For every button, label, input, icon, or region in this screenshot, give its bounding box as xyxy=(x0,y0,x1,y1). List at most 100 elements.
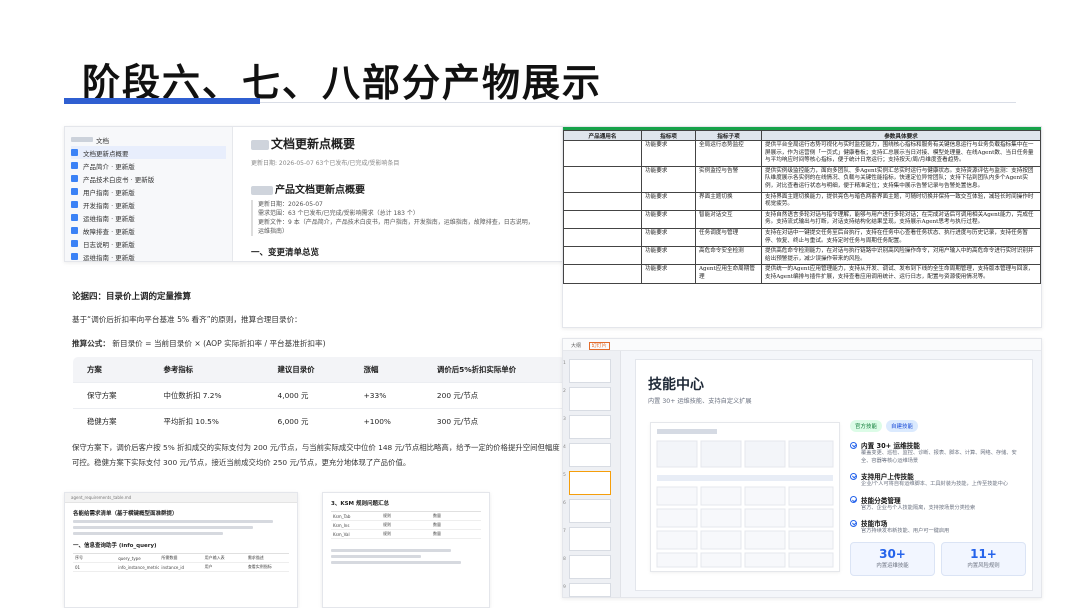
doc-icon xyxy=(71,162,78,169)
tab-outline[interactable]: 大纲 xyxy=(571,343,581,349)
requirements-list-screenshot: agent_requirements_table.md 各能给需求清单（基于横键… xyxy=(64,492,298,608)
slide-thumbnail[interactable] xyxy=(569,387,611,411)
doc-icon xyxy=(71,214,78,221)
summary-table: Ksm_Tab 规则 数量 Ksm_Ins 规则 数量 Ksm_Val 规则 数量 xyxy=(331,511,481,539)
table-row: Ksm_Ins 规则 数量 xyxy=(331,521,481,530)
doc-icon xyxy=(71,201,78,208)
matrix-table: 产品通用名 指标项 指标子项 参数具体要求 功能要求 全局运行态势监控 提供平台全局… xyxy=(563,130,1041,284)
sidebar-item[interactable]: 运维指南 · 更新版 xyxy=(71,250,226,261)
check-icon xyxy=(850,496,857,503)
feature-item: 技能市场 官方持续发布新技能、用户可一键启用 xyxy=(850,518,1026,536)
table-cell: 保守方案 xyxy=(73,382,150,409)
table-cell: 6,000 元 xyxy=(263,408,350,434)
table-cell: +100% xyxy=(349,408,423,434)
doc-icon xyxy=(71,175,78,182)
table-row: 功能要求 实例监控与告警 提供实例级监控能力，面向多团队、多Agent实例汇总实时运… xyxy=(563,165,1041,193)
col-header: 产品通用名 xyxy=(563,130,642,141)
text-line xyxy=(331,555,421,558)
table-cell: +33% xyxy=(349,382,423,409)
col-header: 指标子项 xyxy=(695,130,762,141)
slide-thumbnail-selected[interactable] xyxy=(569,471,611,495)
table-row: 功能要求 智能对话交互 支持自然语言多轮对话与指令理解，能够与用户进行多轮对话；在完… xyxy=(563,209,1041,229)
text-line xyxy=(331,561,461,564)
text-line xyxy=(73,532,223,535)
file-tab[interactable]: agent_requirements_table.md xyxy=(65,493,297,503)
col-header: 指标项 xyxy=(641,130,696,141)
thumb-number: 7 xyxy=(563,529,566,534)
thumb-number: 3 xyxy=(563,417,566,422)
tab-slides[interactable]: 幻灯片 xyxy=(588,342,610,350)
col-header: 涨幅 xyxy=(349,357,423,383)
badge-official[interactable]: 官方技能 xyxy=(850,420,883,432)
slide-thumbnail[interactable] xyxy=(569,443,611,467)
doc-sidebar: 文档 文档更新点概要 产品简介 · 更新版 产品技术白皮书 · 更新版 用户指南… xyxy=(65,127,233,261)
analysis-conclusion: 保守方案下，调价后客户按 5% 折扣成交的实际支付为 200 元/节点，与当前实… xyxy=(72,443,560,467)
doc-info-block: 更新日期：2026-05-07 需求范围：63 个已发布/已完成/受影响需求（总… xyxy=(251,200,561,236)
text-line xyxy=(331,549,451,552)
table-row: Ksm_Val 规则 数量 xyxy=(331,530,481,539)
feature-item: 支持用户上传技能 企业/个人可将自有运维脚本、工具封装为技能，上传至技能中心 xyxy=(850,471,1026,489)
skill-ui-mock xyxy=(656,429,834,568)
table-cell: 200 元/节点 xyxy=(422,382,565,409)
table-row: 功能要求 界面主题切换 支持界面主题切换能力，提供亮色与暗色两套界面主题，可随时切换… xyxy=(563,191,1041,211)
thumb-number: 5 xyxy=(563,473,566,478)
doc-icon xyxy=(71,227,78,234)
pricing-table: 方案 参考指标 建议目录价 涨幅 调价后5%折扣实际单价 保守方案 中位数折扣 … xyxy=(72,356,566,435)
pricing-analysis-screenshot: 论据四：目录价上调的定量推算 基于“调价后折扣率向平台基准 5% 看齐”的原则，… xyxy=(64,284,570,482)
sidebar-item[interactable]: 产品技术白皮书 · 更新版 xyxy=(71,172,226,185)
formula-line: 推算公式： 新目录价 = 当前目录价 × (AOP 实际折扣率 / 平台基准折扣… xyxy=(72,339,326,348)
col-header: 参考指标 xyxy=(149,357,264,383)
thumb-number: 9 xyxy=(563,585,566,590)
badge-custom[interactable]: 自建技能 xyxy=(886,420,919,432)
sidebar-item[interactable]: 开发指南 · 更新版 xyxy=(71,198,226,211)
thumb-number: 4 xyxy=(563,445,566,450)
sidebar-item[interactable]: 运维指南 · 更新版 xyxy=(71,211,226,224)
sidebar-item[interactable]: 日志说明 · 更新版 xyxy=(71,237,226,250)
stat-card: 11+ 内置风险规则 xyxy=(941,541,1026,576)
requirement-matrix-screenshot: 产品通用名 指标项 指标子项 参数具体要求 功能要求 全局运行态势监控 提供平台全局… xyxy=(562,126,1042,328)
editor-toolbar: 大纲 幻灯片 xyxy=(563,339,1041,351)
thumb-number: 6 xyxy=(563,501,566,506)
slide-thumbnail[interactable] xyxy=(569,527,611,551)
col-header: 建议目录价 xyxy=(263,357,350,383)
sidebar-item-summary[interactable]: 文档更新点概要 xyxy=(71,146,226,159)
table-row: 01 info_instance_metrics instance_id 用户 查看实例… xyxy=(73,563,289,572)
table-row: 功能要求 全局运行态势监控 提供平台全局运行态势可视化与实时监控能力，围绕核心指标和… xyxy=(563,140,1041,167)
doc-section-heading: 一、变更清单总览 xyxy=(251,248,320,258)
thumb-number: 8 xyxy=(563,557,566,562)
feature-item: 技能分类管理 官方、企业与个人技能隔离，支持按场景分类检索 xyxy=(850,495,1026,513)
sidebar-item-root[interactable]: 文档 xyxy=(71,133,226,146)
sidebar-item[interactable]: 故障排查 · 更新版 xyxy=(71,224,226,237)
slide-thumbnail[interactable] xyxy=(569,499,611,523)
slide-thumbnails: 1 2 3 4 5 6 7 8 9 xyxy=(563,351,621,597)
skill-features: 官方技能 自建技能 内置 30+ 运维技能 覆盖变更、巡检、监控、诊断、报表、脚… xyxy=(850,420,1026,576)
col-header: 调价后5%折扣实际单价 xyxy=(422,357,565,383)
accent-strip xyxy=(563,127,1041,130)
sidebar-item[interactable]: 用户指南 · 更新版 xyxy=(71,185,226,198)
query-table: 序号 query_type 所需数据 用户输入表 需求描述 01 info_instanc… xyxy=(73,553,289,572)
slide-thumbnail[interactable] xyxy=(569,415,611,439)
doc-subtitle: 产品文档更新点概要 xyxy=(251,181,561,196)
table-row: 保守方案 中位数折扣 7.2% 4,000 元 +33% 200 元/节点 xyxy=(73,382,565,409)
title-underline xyxy=(64,98,260,104)
doc-meta: 更新日期: 2026-05-07 63个已发布/已完成/受影响条目 xyxy=(251,160,400,167)
table-cell: 稳健方案 xyxy=(73,408,150,434)
skill-badges: 官方技能 自建技能 xyxy=(850,420,1026,432)
feature-item: 内置 30+ 运维技能 覆盖变更、巡检、监控、诊断、报表、脚本、计算、网络、存储… xyxy=(850,440,1026,465)
sidebar-item[interactable]: 产品简介 · 更新版 xyxy=(71,159,226,172)
text-line xyxy=(73,526,253,529)
check-icon xyxy=(850,519,857,527)
doc-icon xyxy=(71,188,78,195)
list-heading: 各能给需求清单（基于横键概型面准群提） xyxy=(73,511,178,517)
table-row: 功能要求 Agent应用生命周期管理 提供统一的Agent应用管理能力，支持从开发、… xyxy=(563,264,1041,284)
rule-summary-screenshot: 3、KSM 规则问题汇总 Ksm_Tab 规则 数量 Ksm_Ins 规则 数量 Ksm… xyxy=(322,492,490,608)
table-row: 稳健方案 平均折扣 10.5% 6,000 元 +100% 300 元/节点 xyxy=(73,408,565,434)
slide-thumbnail[interactable] xyxy=(569,583,611,597)
slide-thumbnail[interactable] xyxy=(569,555,611,579)
table-cell: 中位数折扣 7.2% xyxy=(149,382,264,409)
table-cell: 300 元/节点 xyxy=(422,408,565,434)
analysis-intro: 基于“调价后折扣率向平台基准 5% 看齐”的原则，推算合理目录价： xyxy=(72,315,302,324)
stat-card: 30+ 内置运维技能 xyxy=(850,541,935,576)
slide-thumbnail[interactable] xyxy=(569,359,611,383)
slide-canvas: 技能中心 内置 30+ 运维技能、支持自定义扩展 官方技能 自建技能 内置 30… xyxy=(635,359,1033,591)
